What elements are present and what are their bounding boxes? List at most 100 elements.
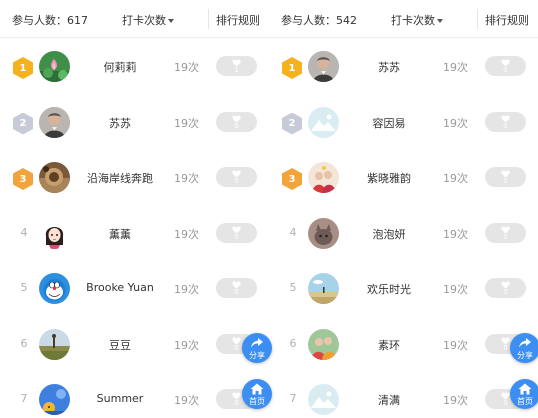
header-divider — [477, 9, 478, 29]
leaderboard-header: 参与人数：617 打卡次数 排行规则 — [0, 0, 269, 38]
like-button[interactable]: 0 — [485, 56, 526, 76]
sort-dropdown[interactable]: 打卡次数 — [122, 12, 174, 28]
avatar[interactable] — [308, 217, 339, 249]
caret-down-icon — [437, 19, 443, 23]
leaderboard-header: 参与人数：542 打卡次数 排行规则 — [269, 0, 538, 38]
participant-count: 参与人数：542 — [281, 14, 357, 27]
share-button[interactable]: 分享 — [510, 333, 538, 363]
silver-medal-icon: 2 — [282, 112, 302, 135]
leaderboard-row: 4 泡泡妍 19次 0 — [269, 206, 538, 261]
checkin-count: 19次 — [443, 61, 468, 74]
rank-number: 7 — [20, 392, 28, 405]
leaderboard-row: 5 Brooke Yuan 19次 0 — [0, 261, 269, 316]
avatar[interactable] — [39, 384, 70, 415]
leaderboard-row: 2 苏苏 19次 0 — [0, 95, 269, 150]
home-icon — [250, 383, 264, 395]
header-divider — [208, 9, 209, 29]
member-name: 清满 — [378, 394, 400, 407]
ranking-rules-link[interactable]: 排行规则 — [485, 12, 529, 28]
like-button[interactable]: 0 — [485, 222, 526, 243]
member-name: Summer — [96, 392, 144, 405]
like-count: 0 — [503, 177, 508, 185]
like-button[interactable]: 0 — [216, 278, 257, 298]
leaderboard-panel-right: 参与人数：542 打卡次数 排行规则 1 苏苏 19次 0 2 容因易 19次 0 3 紫晓雅韵 1… — [269, 0, 538, 418]
share-arrow-icon — [251, 338, 263, 348]
leaderboard-row: 1 苏苏 19次 0 — [269, 39, 538, 94]
checkin-count: 19次 — [443, 338, 468, 352]
checkin-count: 19次 — [174, 116, 199, 130]
member-name: 苏苏 — [378, 61, 400, 74]
leaderboard-row: 6 素环 19次 0 — [269, 317, 538, 372]
avatar[interactable] — [39, 328, 70, 360]
avatar[interactable] — [308, 384, 339, 415]
like-button[interactable]: 0 — [216, 111, 257, 132]
member-name: 何莉莉 — [103, 61, 137, 74]
avatar[interactable] — [39, 273, 70, 304]
share-button[interactable]: 分享 — [242, 333, 272, 363]
home-button-label: 首页 — [249, 397, 265, 406]
member-name: 豆豆 — [109, 338, 131, 352]
avatar[interactable] — [39, 162, 70, 193]
rank-number: 6 — [20, 336, 28, 350]
checkin-count: 19次 — [174, 61, 199, 74]
like-button[interactable]: 0 — [485, 167, 526, 187]
leaderboard-panel-left: 参与人数：617 打卡次数 排行规则 1 何莉莉 19次 1 2 苏苏 19次 0 3 沿海岸线奔… — [0, 0, 269, 418]
like-count: 0 — [503, 232, 508, 241]
avatar[interactable] — [308, 106, 339, 138]
checkin-count: 19次 — [443, 394, 468, 407]
like-button[interactable]: 0 — [485, 111, 526, 132]
like-count: 0 — [503, 66, 508, 74]
member-name: 素环 — [378, 338, 400, 352]
ranking-rules-link[interactable]: 排行规则 — [216, 12, 260, 28]
home-button[interactable]: 首页 — [510, 379, 538, 409]
home-button[interactable]: 首页 — [242, 379, 272, 409]
leaderboard-row: 4 薰薰 19次 0 — [0, 206, 269, 261]
like-count: 0 — [503, 121, 508, 130]
rank-number: 5 — [20, 281, 28, 294]
avatar[interactable] — [39, 217, 70, 249]
like-button[interactable]: 0 — [485, 278, 526, 298]
checkin-count: 19次 — [174, 227, 199, 241]
like-button[interactable]: 0 — [216, 167, 257, 187]
leaderboard-row: 3 紫晓雅韵 19次 0 — [269, 150, 538, 205]
checkin-count: 19次 — [443, 172, 468, 185]
gold-medal-icon: 1 — [282, 57, 302, 79]
silver-medal-icon: 2 — [13, 112, 33, 135]
leaderboard-row: 6 豆豆 19次 0 — [0, 317, 269, 372]
avatar[interactable] — [39, 106, 70, 138]
sort-dropdown-label: 打卡次数 — [391, 14, 435, 27]
gold-medal-icon: 1 — [13, 57, 33, 79]
avatar[interactable] — [39, 51, 70, 82]
avatar[interactable] — [308, 273, 339, 304]
share-button-label: 分享 — [517, 351, 533, 360]
avatar[interactable] — [308, 162, 339, 193]
member-name: 泡泡妍 — [372, 227, 406, 241]
avatar[interactable] — [308, 328, 339, 360]
leaderboard-row: 7 清满 19次 0 — [269, 372, 538, 418]
like-button[interactable]: 0 — [216, 222, 257, 243]
checkin-count: 19次 — [443, 283, 468, 296]
leaderboard-row: 1 何莉莉 19次 1 — [0, 39, 269, 94]
checkin-count: 19次 — [443, 227, 468, 241]
bronze-medal-icon: 3 — [282, 168, 302, 190]
participant-count: 参与人数：617 — [12, 14, 88, 27]
checkin-count: 19次 — [443, 116, 468, 130]
rank-number: 7 — [289, 392, 297, 405]
avatar[interactable] — [308, 51, 339, 82]
home-button-label: 首页 — [517, 397, 533, 406]
member-name: 容因易 — [372, 116, 406, 130]
like-count: 1 — [234, 66, 239, 74]
rank-number: 4 — [20, 225, 28, 239]
caret-down-icon — [168, 19, 174, 23]
sort-dropdown[interactable]: 打卡次数 — [391, 12, 443, 28]
member-name: 沿海岸线奔跑 — [87, 172, 153, 185]
share-arrow-icon — [519, 338, 531, 348]
bronze-medal-icon: 3 — [13, 168, 33, 190]
share-button-label: 分享 — [249, 351, 265, 360]
like-button[interactable]: 1 — [216, 56, 257, 76]
rank-number: 5 — [289, 281, 297, 294]
leaderboard-row: 3 沿海岸线奔跑 19次 0 — [0, 150, 269, 205]
member-name: 欢乐时光 — [367, 283, 411, 296]
leaderboard-row: 5 欢乐时光 19次 0 — [269, 261, 538, 316]
leaderboard-row: 7 Summer 19次 0 — [0, 372, 269, 418]
